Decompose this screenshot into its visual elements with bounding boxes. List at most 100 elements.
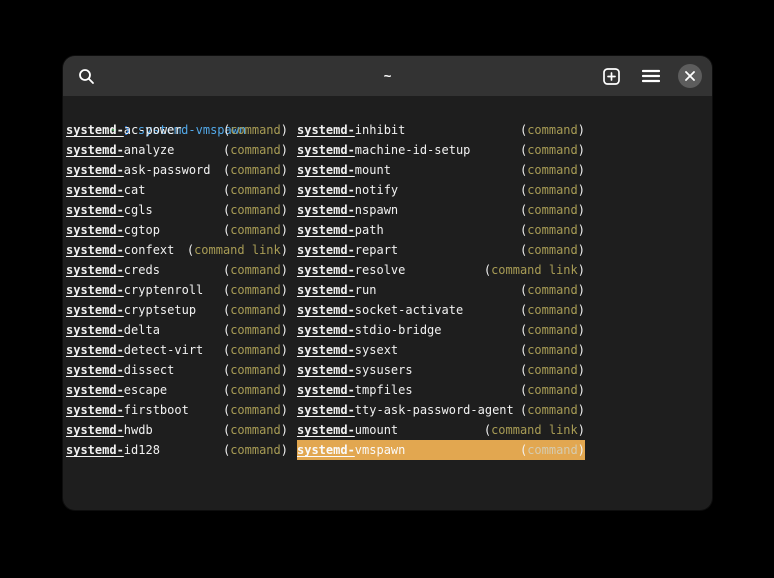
completion-item: systemd-sysusers (command) [297, 360, 585, 380]
command-name: systemd-repart [297, 240, 398, 260]
command-name: systemd-sysext [297, 340, 398, 360]
completion-item: systemd-escape (command) [66, 380, 288, 400]
menu-button[interactable] [638, 63, 664, 89]
completion-annotation: (command) [520, 320, 585, 340]
new-tab-icon [603, 68, 620, 85]
command-name: systemd-cryptsetup [66, 300, 196, 320]
titlebar[interactable]: ~ [63, 56, 712, 96]
command-name: systemd-cryptenroll [66, 280, 203, 300]
completion-annotation: (command) [520, 360, 585, 380]
completion-item: systemd-cat (command) [66, 180, 288, 200]
completion-list: systemd-ac-power(command)systemd-analyze… [66, 120, 709, 460]
completion-annotation: (command) [223, 280, 288, 300]
completion-item: systemd-cgtop(command) [66, 220, 288, 240]
completion-annotation: (command link) [484, 420, 585, 440]
command-name: systemd-stdio-bridge [297, 320, 442, 340]
completion-annotation: (command) [520, 140, 585, 160]
completion-item: systemd-path (command) [297, 220, 585, 240]
completion-annotation: (command) [520, 200, 585, 220]
completion-annotation: (command) [520, 160, 585, 180]
completion-annotation: (command) [223, 120, 288, 140]
command-name: systemd-ask-password [66, 160, 211, 180]
completion-annotation: (command) [223, 360, 288, 380]
completion-item: systemd-firstboot (command) [66, 400, 288, 420]
completion-column-right: systemd-inhibit(command)systemd-machine-… [297, 120, 585, 460]
command-name: systemd-escape [66, 380, 167, 400]
completion-annotation: (command) [520, 240, 585, 260]
completion-item: systemd-detect-virt(command) [66, 340, 288, 360]
completion-annotation: (command) [223, 400, 288, 420]
search-button[interactable] [73, 63, 99, 89]
completion-annotation: (command) [520, 120, 585, 140]
completion-item: systemd-ac-power(command) [66, 120, 288, 140]
command-name: systemd-tty-ask-password-agent [297, 400, 514, 420]
completion-item: systemd-machine-id-setup (command) [297, 140, 585, 160]
command-name: systemd-analyze [66, 140, 174, 160]
completion-annotation: (command) [223, 300, 288, 320]
menu-icon [642, 69, 660, 83]
completion-item: systemd-nspawn (command) [297, 200, 585, 220]
command-name: systemd-cgtop [66, 220, 160, 240]
command-name: systemd-hwdb [66, 420, 153, 440]
completion-annotation: (command) [223, 440, 288, 460]
completion-item: systemd-cryptenroll (command) [66, 280, 288, 300]
completion-annotation: (command) [223, 140, 288, 160]
terminal-content[interactable]: ~❯systemd-vmspawn systemd-ac-power(comma… [63, 96, 712, 460]
close-button[interactable] [678, 64, 702, 88]
command-name: systemd-detect-virt [66, 340, 203, 360]
command-name: systemd-socket-activate [297, 300, 463, 320]
command-name: systemd-tmpfiles [297, 380, 413, 400]
window-title: ~ [384, 69, 392, 84]
completion-annotation: (command link) [484, 260, 585, 280]
command-name: systemd-inhibit [297, 120, 405, 140]
completion-item: systemd-tmpfiles(command) [297, 380, 585, 400]
completion-item: systemd-resolve (command link) [297, 260, 585, 280]
completion-item: systemd-inhibit (command) [297, 120, 585, 140]
command-name: systemd-vmspawn [297, 440, 405, 460]
command-name: systemd-path [297, 220, 384, 240]
completion-item: systemd-socket-activate (command) [297, 300, 585, 320]
completion-annotation: (command) [223, 180, 288, 200]
command-name: systemd-machine-id-setup [297, 140, 470, 160]
completion-item-selected: systemd-vmspawn (command) [297, 440, 585, 460]
completion-item: systemd-run(command) [297, 280, 585, 300]
command-name: systemd-notify [297, 180, 398, 200]
command-name: systemd-dissect [66, 360, 174, 380]
completion-annotation: (command) [223, 420, 288, 440]
command-name: systemd-id128 [66, 440, 160, 460]
completion-annotation: (command) [223, 260, 288, 280]
completion-item: systemd-confext(command link) [66, 240, 288, 260]
completion-item: systemd-ask-password(command) [66, 160, 288, 180]
completion-item: systemd-hwdb (command) [66, 420, 288, 440]
completion-annotation: (command) [223, 320, 288, 340]
command-name: systemd-nspawn [297, 200, 398, 220]
completion-annotation: (command) [520, 300, 585, 320]
completion-annotation: (command) [520, 180, 585, 200]
completion-item: systemd-sysext (command) [297, 340, 585, 360]
completion-annotation: (command) [520, 400, 585, 420]
completion-annotation: (command) [223, 380, 288, 400]
completion-item: systemd-id128 (command) [66, 440, 288, 460]
command-name: systemd-umount [297, 420, 398, 440]
completion-annotation: (command) [520, 220, 585, 240]
titlebar-controls [598, 63, 702, 89]
completion-item: systemd-stdio-bridge (command) [297, 320, 585, 340]
completion-item: systemd-analyze (command) [66, 140, 288, 160]
completion-item: systemd-creds (command) [66, 260, 288, 280]
completion-column-left: systemd-ac-power(command)systemd-analyze… [66, 120, 288, 460]
completion-item: systemd-tty-ask-password-agent (command) [297, 400, 585, 420]
completion-item: systemd-cryptsetup (command) [66, 300, 288, 320]
completion-item: systemd-mount(command) [297, 160, 585, 180]
command-name: systemd-creds [66, 260, 160, 280]
completion-annotation: (command) [520, 340, 585, 360]
command-name: systemd-resolve [297, 260, 405, 280]
completion-annotation: (command) [520, 440, 585, 460]
command-name: systemd-cat [66, 180, 145, 200]
prompt-line: ~❯systemd-vmspawn [66, 100, 709, 120]
completion-item: systemd-delta(command) [66, 320, 288, 340]
command-name: systemd-sysusers [297, 360, 413, 380]
completion-annotation: (command link) [187, 240, 288, 260]
command-name: systemd-firstboot [66, 400, 189, 420]
new-tab-button[interactable] [598, 63, 624, 89]
completion-item: systemd-umount (command link) [297, 420, 585, 440]
